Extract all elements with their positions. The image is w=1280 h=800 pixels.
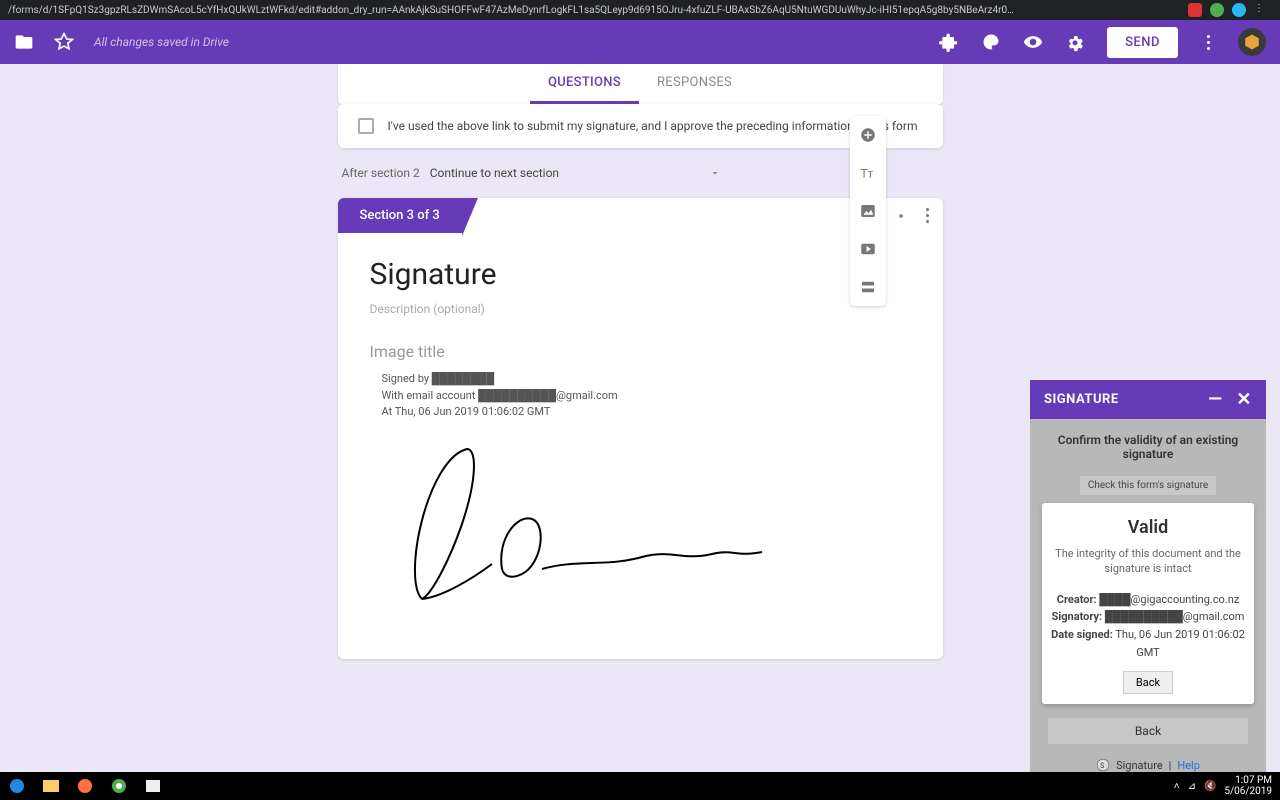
ext-menu-icon[interactable]: ⋮ [1254, 3, 1268, 17]
signature-metadata: Signed by ████████ With email account ██… [338, 371, 943, 421]
preview-icon[interactable] [1023, 32, 1043, 52]
question-toolbar: Tᴛ [850, 116, 886, 306]
more-menu-icon[interactable] [1200, 35, 1216, 50]
meta-signed-by: Signed by ████████ [382, 371, 899, 388]
form-tabs: QUESTIONS RESPONSES [338, 64, 943, 104]
signatory-row: Signatory: ██████████@gmail.com [1050, 608, 1246, 626]
browser-address-bar: /forms/d/1SFpQ1Sz3gpzRLsZDWmSAcoL5cYfHxQ… [0, 0, 1280, 20]
star-icon[interactable] [54, 32, 74, 52]
app-icon-1[interactable] [72, 776, 98, 796]
tab-questions[interactable]: QUESTIONS [530, 64, 639, 104]
section-description[interactable]: Description (optional) [338, 302, 943, 342]
start-button[interactable] [4, 776, 30, 796]
add-question-icon[interactable] [859, 126, 877, 144]
svg-text:S: S [1100, 762, 1104, 770]
section-more-icon[interactable] [926, 208, 929, 223]
panel-title: SIGNATURE [1044, 392, 1119, 407]
foot-app[interactable]: Signature [1116, 759, 1163, 772]
foot-help[interactable]: Help [1177, 759, 1200, 772]
date-row: Date signed: Thu, 06 Jun 2019 01:06:02 G… [1050, 626, 1246, 661]
app-icon-2[interactable] [140, 776, 166, 796]
volume-icon[interactable]: 🔇 [1204, 781, 1216, 792]
browser-extension-icons: ⋮ [1188, 3, 1272, 17]
checkbox-label: I've used the above link to submit my si… [388, 119, 918, 133]
send-button[interactable]: SEND [1107, 27, 1178, 58]
ext-icon-2[interactable] [1210, 3, 1224, 17]
popup-back-button[interactable]: Back [1123, 671, 1173, 694]
collapse-icon[interactable] [894, 209, 908, 223]
chrome-icon[interactable] [106, 776, 132, 796]
save-status: All changes saved in Drive [94, 35, 229, 49]
network-icon[interactable]: ⊿ [1188, 781, 1196, 792]
add-image-icon[interactable] [859, 202, 877, 220]
check-signature-link[interactable]: Check this form's signature [1080, 476, 1216, 495]
after-section-dropdown[interactable]: Continue to next section [430, 166, 721, 180]
meta-date: At Thu, 06 Jun 2019 01:06:02 GMT [382, 404, 899, 421]
add-title-icon[interactable]: Tᴛ [859, 164, 877, 182]
panel-confirm-heading: Confirm the validity of an existing sign… [1040, 433, 1256, 461]
after-section-value: Continue to next section [430, 166, 559, 180]
signature-drawing [382, 429, 899, 619]
after-section-row: After section 2 Continue to next section [342, 166, 939, 180]
signature-svg [382, 429, 802, 619]
tab-responses[interactable]: RESPONSES [639, 64, 750, 104]
app-header: All changes saved in Drive SEND [0, 20, 1280, 64]
panel-header: SIGNATURE — ✕ [1030, 380, 1266, 419]
svg-text:Tᴛ: Tᴛ [861, 167, 874, 181]
meta-email: With email account ██████████@gmail.com [382, 388, 899, 405]
panel-back-button[interactable]: Back [1048, 718, 1248, 744]
ext-icon-1[interactable] [1188, 3, 1202, 17]
checkbox-icon[interactable] [358, 118, 374, 134]
addons-icon[interactable] [939, 32, 959, 52]
valid-headline: Valid [1050, 517, 1246, 538]
valid-message: The integrity of this document and the s… [1050, 546, 1246, 577]
page-url: /forms/d/1SFpQ1Sz3gpzRLsZDWmSAcoL5cYfHxQ… [8, 5, 1188, 16]
after-section-prefix: After section 2 [342, 166, 420, 180]
tray-up-icon[interactable]: ˄ [1174, 781, 1180, 792]
image-title-field[interactable]: Image title [338, 342, 943, 371]
add-video-icon[interactable] [859, 240, 877, 258]
folder-icon[interactable] [14, 32, 34, 52]
windows-taskbar: ˄ ⊿ 🔇 1:07 PM 5/06/2019 [0, 772, 1280, 800]
account-badge[interactable] [1238, 28, 1266, 56]
signature-panel: SIGNATURE — ✕ Confirm the validity of an… [1030, 380, 1266, 796]
creator-row: Creator: ████@gigaccounting.co.nz [1050, 591, 1246, 609]
palette-icon[interactable] [981, 32, 1001, 52]
ext-icon-3[interactable] [1232, 3, 1246, 17]
add-section-icon[interactable] [859, 278, 877, 296]
gear-icon[interactable] [1065, 32, 1085, 52]
chevron-down-icon [709, 167, 721, 179]
section-banner: Section 3 of 3 [338, 198, 462, 233]
explorer-icon[interactable] [38, 776, 64, 796]
close-icon[interactable]: ✕ [1236, 394, 1252, 406]
minimize-icon[interactable]: — [1208, 394, 1222, 406]
validity-popup: Valid The integrity of this document and… [1042, 503, 1254, 704]
clock[interactable]: 1:07 PM 5/06/2019 [1224, 775, 1272, 797]
addon-logo-icon: S [1096, 758, 1110, 772]
